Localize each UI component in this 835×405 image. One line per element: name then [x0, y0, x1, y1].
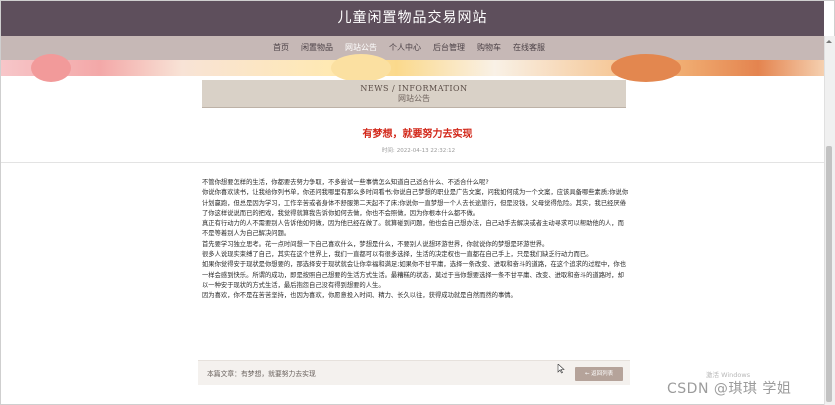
article-time: 时间: 2022-04-13 22:32:12 [0, 146, 835, 154]
nav-item-customer-service[interactable]: 在线客服 [513, 36, 545, 60]
banner-decoration [611, 54, 681, 82]
article-title: 有梦想，就要努力去实现 [362, 129, 473, 140]
divider [1, 162, 824, 163]
csdn-watermark: CSDN @琪琪 学姐 [667, 381, 792, 397]
nav-item-cart[interactable]: 购物车 [477, 36, 501, 60]
banner-decoration [31, 54, 71, 82]
article-paragraph: 首先要学习独立思考。花一点时间想一下自己喜欢什么，梦想是什么，不要别人说想环游世… [202, 240, 549, 248]
nav-item-admin[interactable]: 后台管理 [433, 36, 465, 60]
site-header: 儿童闲置物品交易网站 [1, 1, 824, 36]
article-paragraph: 真正有行动力的人不需要别人告诉他如何做，因为他已经在做了。就算碰到问题，他也会自… [202, 220, 624, 238]
banner-image [1, 54, 824, 82]
article-paragraph: 不管你想要怎样的生活，你都要去努力争取，不多尝试一些事情怎么知道自己适合什么、不… [202, 179, 489, 186]
site-title: 儿童闲置物品交易网站 [337, 10, 488, 26]
article-paragraph: 很多人说现实束缚了自己，其实在这个世界上，我们一直都可以有很多选择，生活的决定权… [202, 251, 593, 259]
article-paragraph: 你说你喜欢读书，让我给你列书单，你还问我哪里有那么多时间看书;你说自己梦想的职业… [202, 189, 629, 217]
section-title-cn: 网站公告 [398, 94, 430, 103]
section-heading: NEWS / INFORMATION 网站公告 [202, 80, 626, 108]
current-article-label: 本篇文章：有梦想，就要努力去实现 [207, 370, 316, 378]
article-time-label: 时间: [381, 148, 395, 154]
scroll-up-arrow-icon[interactable] [824, 37, 834, 45]
article-footer: 本篇文章：有梦想，就要努力去实现 ← 返回列表 [198, 360, 630, 385]
banner-decoration [331, 54, 391, 82]
main-nav: 首页 闲置物品 网站公告 个人中心 后台管理 购物车 在线客服 [1, 36, 824, 60]
article-paragraph: 如果你觉得安于现状是你想要的，那选择安于现状就会让你幸福和满足;如果你不甘平庸，… [202, 261, 627, 289]
article-body: 不管你想要怎样的生活，你都要去努力争取，不多尝试一些事情怎么知道自己适合什么、不… [202, 178, 630, 302]
back-to-list-button[interactable]: ← 返回列表 [575, 367, 623, 381]
nav-item-home[interactable]: 首页 [273, 36, 289, 60]
article-paragraph: 因为喜欢，你不是在苦苦坚持，也因为喜欢，你愿意投入时间、精力、长久以往，获得成功… [202, 292, 517, 300]
nav-item-idle-goods[interactable]: 闲置物品 [301, 36, 333, 60]
article-time-value: 2022-04-13 22:32:12 [396, 148, 456, 154]
back-to-list-label: 返回列表 [591, 371, 614, 377]
scrollbar-thumb[interactable] [826, 146, 832, 402]
mouse-cursor-icon [557, 364, 565, 374]
section-title-en: NEWS / INFORMATION [360, 84, 468, 93]
nav-item-personal-center[interactable]: 个人中心 [389, 36, 421, 60]
